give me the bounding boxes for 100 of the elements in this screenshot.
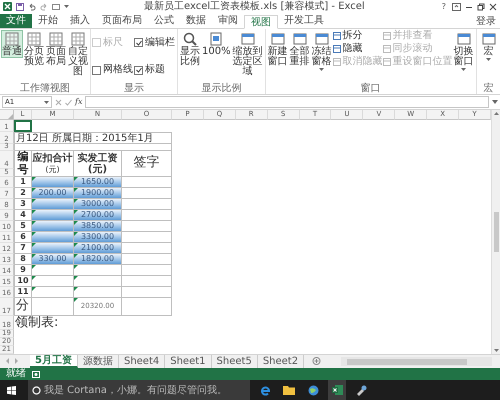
spreadsheet-logo-icon: [332, 385, 342, 396]
ribbon-button[interactable]: 页面布局: [45, 30, 67, 68]
ribbon-tab[interactable]: 公式: [148, 14, 180, 28]
restore-icon[interactable]: [477, 2, 485, 10]
caret-icon[interactable]: [44, 100, 49, 104]
window-icon: [332, 58, 341, 66]
column-title: 签字: [132, 156, 160, 171]
ribbon-button[interactable]: 新建窗口: [266, 30, 289, 68]
amount-text: 1650.00: [80, 178, 116, 186]
sheet-tab[interactable]: 5月工资: [30, 355, 78, 368]
amount-text: 1900.00: [80, 188, 116, 198]
ribbon-tab[interactable]: 页面布局: [96, 14, 148, 28]
window-icon[interactable]: [52, 2, 60, 10]
macro-record-icon[interactable]: [32, 370, 40, 378]
window-icon: [382, 58, 391, 66]
formula-input[interactable]: [85, 96, 489, 108]
triangle-icon: [8, 114, 13, 120]
ribbon-button[interactable]: 100%: [201, 30, 232, 58]
ribbon-tab[interactable]: 开始: [32, 14, 64, 28]
ribbon-display-icon[interactable]: [452, 2, 461, 10]
amount-text: 2700.00: [80, 210, 116, 220]
check-icon[interactable]: [136, 40, 142, 46]
expand-caret-icon[interactable]: [492, 100, 498, 104]
window-icon: [382, 44, 391, 53]
column-title: 编号: [18, 151, 28, 176]
ribbon-button[interactable]: 显示比例: [179, 30, 201, 68]
vertical-scrollbar[interactable]: [491, 110, 500, 354]
group-label: 工作簿视图: [19, 83, 71, 94]
customize-caret-icon[interactable]: [64, 5, 69, 8]
globe-drawing-icon: [308, 384, 318, 396]
sheet-view-icon: [27, 32, 41, 46]
selected-cell: [14, 120, 32, 132]
help-button[interactable]: ?: [440, 2, 448, 12]
ribbon-checkbox[interactable]: 网格线: [92, 64, 134, 76]
column-title: 应扣合计: [32, 152, 72, 164]
ribbon-button[interactable]: 全部重排: [288, 30, 311, 68]
date-text: 月12日 所属日期：2015年1月: [15, 132, 155, 144]
row-number-text: 1: [19, 178, 27, 186]
close-icon[interactable]: [489, 2, 497, 10]
window-icon: [382, 32, 391, 40]
row-number-text: 7: [19, 244, 27, 252]
ribbon-tab[interactable]: 开发工具: [278, 14, 330, 28]
ribbon-button[interactable]: 缩放到选定区域: [232, 30, 264, 78]
ribbon-button[interactable]: 隐藏: [332, 42, 383, 55]
row-number-text: 8: [19, 254, 27, 264]
sheet-view-icon: [5, 32, 19, 46]
circle-icon: [32, 386, 41, 395]
group-label: 显示比例: [200, 83, 242, 94]
browser-logo-icon: [260, 384, 270, 396]
ribbon-button[interactable]: 自定义视图: [67, 30, 89, 78]
sheet-view-icon: [71, 32, 85, 46]
window-icon: [314, 32, 329, 46]
check-icon[interactable]: [136, 67, 142, 74]
folder-drawing-icon: [283, 385, 295, 396]
footer-text: 领制表:: [14, 316, 60, 330]
unit-text: (元): [45, 164, 60, 175]
ribbon-tab[interactable]: 视图: [244, 14, 278, 29]
amount-text: 3300.00: [80, 232, 116, 242]
search-field[interactable]: 我是 Cortana，小娜。有问题尽管问我。: [28, 380, 250, 400]
row-number-text: 11: [16, 288, 30, 296]
ribbon-tab[interactable]: 文件: [0, 14, 32, 28]
scroll-thumb[interactable]: [494, 212, 498, 252]
row-number-text: 2: [19, 188, 27, 198]
ribbon-checkbox[interactable]: 标题: [134, 64, 176, 76]
amount-text: 200.00: [38, 188, 68, 198]
ribbon-button[interactable]: 切换窗口: [452, 30, 475, 72]
save-icon[interactable]: [16, 2, 24, 10]
spreadsheet-app-icon[interactable]: [328, 380, 346, 400]
window-icon: [332, 32, 341, 40]
paintbrush-icon: [356, 384, 366, 396]
row-number-text: 3: [19, 200, 27, 208]
group-label: 显示: [123, 83, 145, 94]
spreadsheet-logo-icon[interactable]: [3, 2, 12, 11]
ribbon-tab[interactable]: 审阅: [212, 14, 244, 28]
insert-function-button[interactable]: fx: [75, 97, 82, 108]
ribbon-checkbox[interactable]: 编辑栏: [134, 36, 176, 49]
add-sheet-icon[interactable]: [312, 355, 322, 368]
column-title: 实发工资(元): [76, 152, 118, 175]
ribbon-button[interactable]: 宏: [478, 30, 500, 62]
row-number-text: 5: [19, 222, 27, 230]
magnifier-icon: [183, 32, 197, 46]
row-number-text: 6: [19, 232, 27, 242]
ribbon-tab[interactable]: 数据: [180, 14, 212, 28]
window-icon: [240, 32, 255, 46]
page-icon: [209, 32, 224, 46]
ribbon-tab[interactable]: 插入: [64, 14, 96, 28]
ribbon-button[interactable]: 冻结窗格: [310, 30, 333, 72]
window-icon: [482, 32, 496, 46]
amount-text: 1820.00: [80, 254, 116, 264]
window-icon: [292, 32, 307, 46]
ribbon-button[interactable]: 普通: [1, 30, 23, 58]
window-title: 最新员工excel工资表模板.xls [兼容模式] - Excel: [143, 0, 366, 13]
amount-text: 3000.00: [80, 200, 116, 208]
scroll-thumb[interactable]: [347, 358, 468, 365]
horizontal-scrollbar[interactable]: [341, 357, 492, 366]
ribbon-button[interactable]: 拆分: [332, 30, 383, 42]
row-number-text: 10: [16, 276, 30, 286]
undo-icon[interactable]: [28, 2, 36, 10]
sign-in-link[interactable]: 登录: [476, 14, 496, 28]
ribbon-button[interactable]: 分页预览: [23, 30, 45, 68]
